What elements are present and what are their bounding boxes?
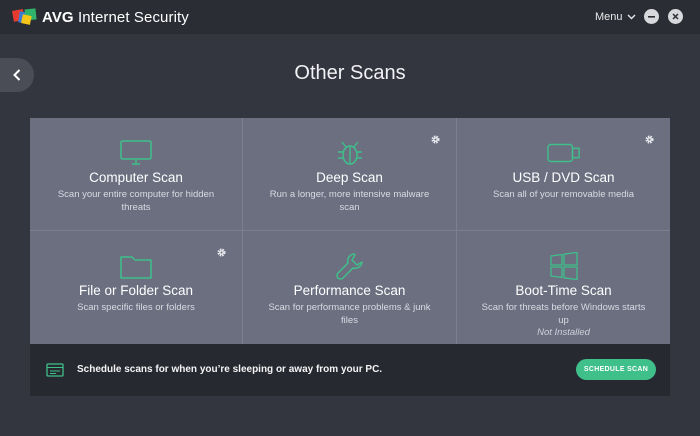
tile-title: Computer Scan xyxy=(89,170,183,185)
gear-icon xyxy=(644,134,654,144)
bug-icon xyxy=(333,138,367,168)
minimize-icon xyxy=(648,15,655,18)
tile-title: USB / DVD Scan xyxy=(512,170,615,185)
close-icon xyxy=(672,13,679,20)
tile-deep-scan[interactable]: Deep Scan Run a longer, more intensive m… xyxy=(243,118,457,231)
scan-grid: Computer Scan Scan your entire computer … xyxy=(30,118,670,344)
tile-boot-time-scan[interactable]: Boot-Time Scan Scan for threats before W… xyxy=(457,231,670,344)
status-label: Not Installed xyxy=(537,327,590,338)
schedule-scan-button[interactable]: SCHEDULE SCAN xyxy=(576,359,656,380)
tile-description: Run a longer, more intensive malware sca… xyxy=(269,189,430,213)
gear-icon xyxy=(216,247,226,257)
tile-title: Performance Scan xyxy=(293,283,406,298)
schedule-bar: Schedule scans for when you’re sleeping … xyxy=(30,344,670,396)
settings-gear-button[interactable] xyxy=(214,245,228,259)
menu-button[interactable]: Menu xyxy=(595,11,636,23)
tile-description: Scan specific files or folders xyxy=(77,302,195,313)
avg-logo-icon xyxy=(12,8,37,25)
menu-label: Menu xyxy=(595,11,623,23)
wrench-icon xyxy=(333,251,367,281)
windows-icon xyxy=(547,251,581,281)
page-title: Other Scans xyxy=(294,62,406,84)
app-title: AVG Internet Security xyxy=(42,9,189,26)
tile-description: Scan your entire computer for hidden thr… xyxy=(57,189,215,213)
tile-computer-scan[interactable]: Computer Scan Scan your entire computer … xyxy=(30,118,243,231)
chevron-down-icon xyxy=(627,14,636,20)
folder-icon xyxy=(119,251,153,281)
tile-usb-dvd-scan[interactable]: USB / DVD Scan Scan all of your removabl… xyxy=(457,118,670,231)
gear-icon xyxy=(430,134,440,144)
usb-drive-icon xyxy=(546,138,581,168)
monitor-icon xyxy=(119,138,153,168)
minimize-button[interactable] xyxy=(644,9,659,24)
settings-gear-button[interactable] xyxy=(428,132,442,146)
tile-title: File or Folder Scan xyxy=(78,283,194,298)
tile-file-folder-scan[interactable]: File or Folder Scan Scan specific files … xyxy=(30,231,243,344)
calendar-icon xyxy=(46,363,64,377)
tile-performance-scan[interactable]: Performance Scan Scan for performance pr… xyxy=(243,231,457,344)
title-bar: AVG Internet Security Menu xyxy=(0,0,700,34)
settings-gear-button[interactable] xyxy=(642,132,656,146)
tile-description: Scan all of your removable media xyxy=(493,189,634,200)
tile-description: Scan for threats before Windows starts u… xyxy=(481,302,646,326)
tile-description: Scan for performance problems & junk fil… xyxy=(268,302,431,326)
tile-title: Deep Scan xyxy=(316,170,383,185)
tile-title: Boot-Time Scan xyxy=(515,283,612,298)
schedule-text: Schedule scans for when you’re sleeping … xyxy=(77,364,383,375)
close-button[interactable] xyxy=(668,9,683,24)
